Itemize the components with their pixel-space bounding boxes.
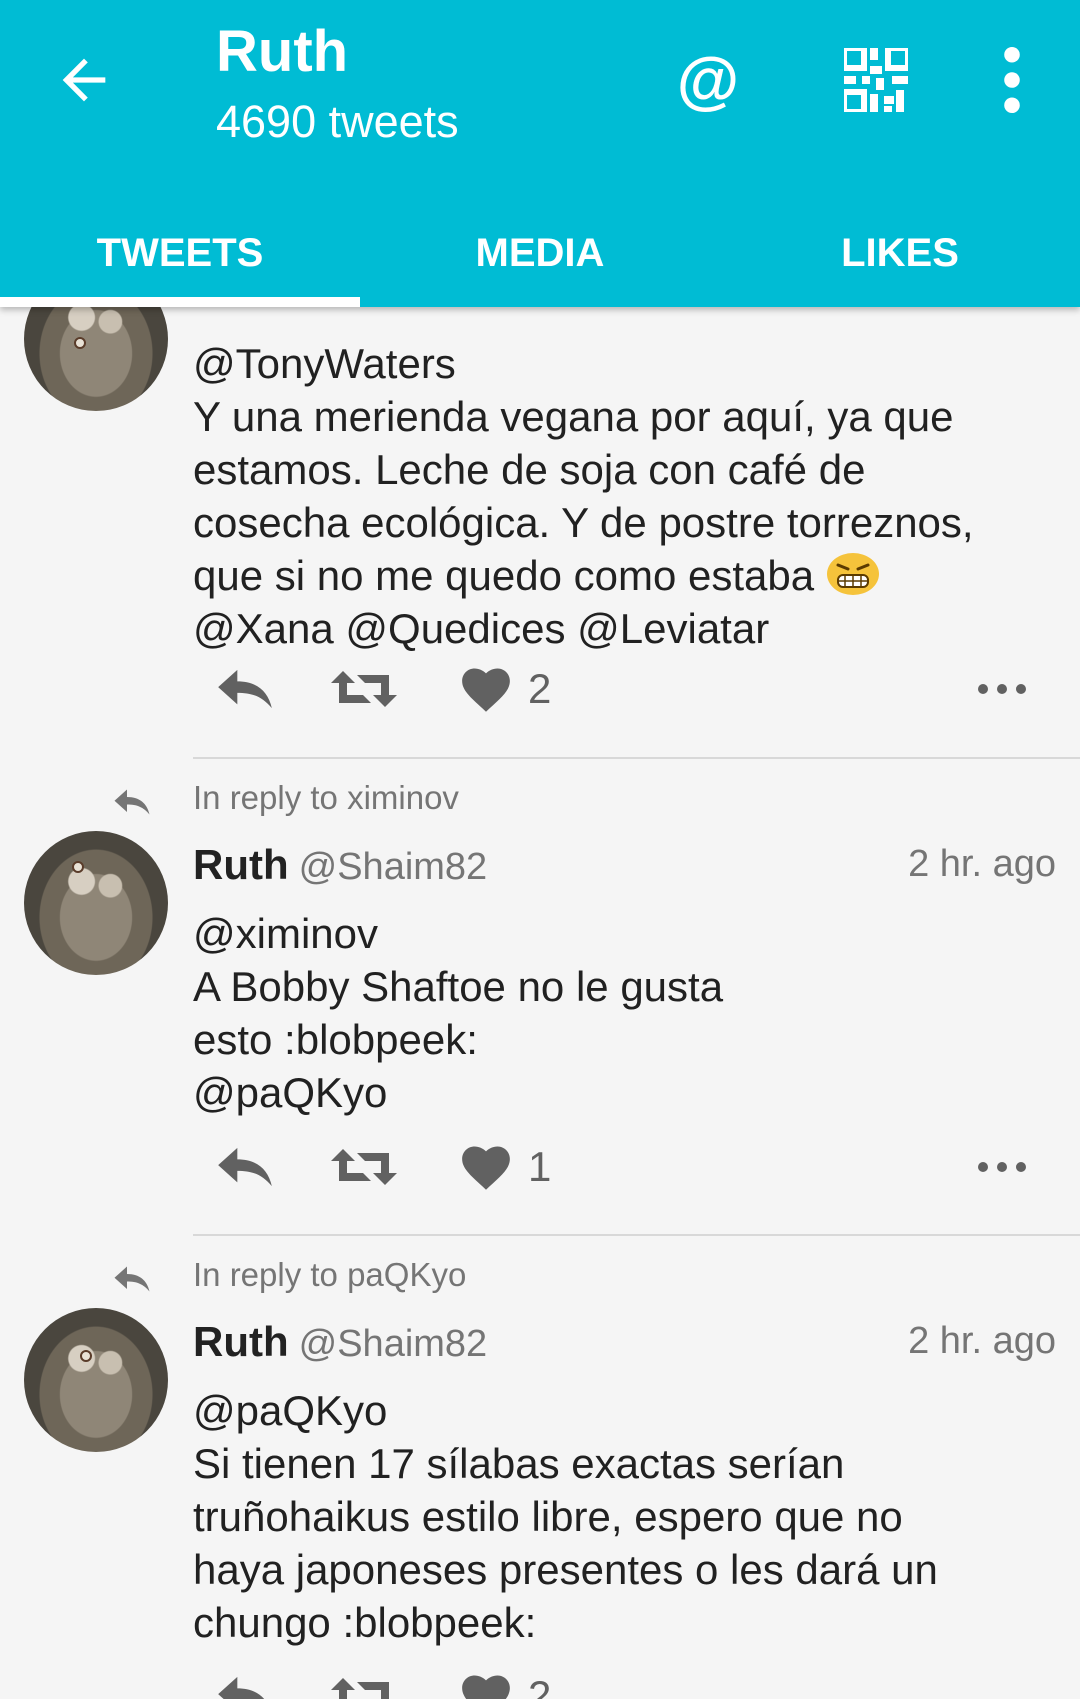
tweet-actions: 2 — [193, 1661, 1033, 1699]
tweet-feed: @TonyWaters Y una merienda vegana por aq… — [0, 307, 1080, 1699]
tab-likes-label: LIKES — [841, 231, 959, 275]
overflow-menu-icon[interactable] — [972, 40, 1052, 120]
avatar[interactable] — [24, 1308, 168, 1452]
retweet-icon — [331, 1149, 397, 1185]
tab-likes[interactable]: LIKES — [720, 200, 1080, 307]
tweet-line: @ximinov — [193, 910, 379, 957]
tweet-text: @ximinov A Bobby Shaftoe no le gusta est… — [193, 907, 1053, 1119]
reply-button[interactable] — [213, 1132, 277, 1202]
author-handle: @Shaim82 — [298, 1323, 488, 1365]
grimacing-face-icon — [826, 553, 879, 595]
tweet-line: A Bobby Shaftoe no le gusta — [193, 963, 724, 1010]
avatar[interactable] — [24, 831, 168, 975]
avatar-eye — [80, 1350, 92, 1362]
like-count: 1 — [528, 1143, 552, 1190]
tweet-actions: 1 — [193, 1132, 1033, 1202]
tweet-line: chungo :blobpeek: — [193, 1599, 537, 1646]
mention-icon[interactable]: @ — [668, 40, 748, 120]
tweet-card[interactable]: In reply to ximinov Ruth @Shaim82 2 hr. a… — [0, 759, 1080, 1234]
author-name: Ruth — [193, 1318, 289, 1365]
active-tab-indicator — [0, 297, 360, 307]
tweet-timestamp: 2 hr. ago — [908, 843, 1056, 885]
avatar-eye — [74, 337, 86, 349]
tweet-card[interactable]: @TonyWaters Y una merienda vegana por aq… — [0, 307, 1080, 767]
tweet-line-with-emoji: que si no me quedo como estaba — [193, 549, 1053, 602]
reply-button[interactable] — [213, 654, 277, 724]
more-options-button[interactable] — [977, 654, 1027, 724]
tweet-card[interactable]: In reply to paQKyo Ruth @Shaim82 2 hr. ag… — [0, 1236, 1080, 1699]
retweet-button[interactable] — [331, 654, 397, 724]
tweet-line: haya japoneses presentes o les dará un — [193, 1546, 938, 1593]
tweet-line: cosecha ecológica. Y de postre torreznos… — [193, 499, 974, 546]
tweet-timestamp: 2 hr. ago — [908, 1320, 1056, 1362]
reply-icon — [218, 669, 272, 709]
reply-icon — [218, 1676, 265, 1699]
tweet-text: @TonyWaters Y una merienda vegana por aq… — [193, 337, 1053, 655]
heart-icon — [462, 1675, 510, 1699]
more-horizontal-icon — [978, 1162, 1026, 1172]
like-button[interactable]: 2 — [458, 654, 551, 724]
tweet-line: @TonyWaters — [193, 340, 456, 387]
like-count: 2 — [528, 1672, 552, 1699]
in-reply-to-icon — [114, 789, 150, 815]
tab-tweets[interactable]: TWEETS — [0, 200, 360, 307]
tweet-text: @paQKyo Si tienen 17 sílabas exactas ser… — [193, 1384, 1053, 1649]
tab-media[interactable]: MEDIA — [360, 200, 720, 307]
like-button[interactable]: 1 — [458, 1132, 551, 1202]
tweet-actions: 2 — [193, 654, 1033, 724]
heart-icon — [462, 1146, 510, 1190]
qr-code-icon[interactable] — [836, 40, 916, 120]
tweet-line: Si tienen 17 sílabas exactas serían — [193, 1440, 845, 1487]
like-count: 2 — [528, 665, 552, 712]
tweet-author[interactable]: Ruth @Shaim82 — [193, 841, 487, 889]
tweet-line: @paQKyo — [193, 1387, 388, 1434]
reply-icon — [218, 1147, 272, 1187]
in-reply-to-icon — [114, 1266, 150, 1292]
tweet-count: 4690 tweets — [216, 96, 459, 147]
in-reply-to-label[interactable]: In reply to ximinov — [193, 779, 459, 817]
retweet-icon — [331, 1678, 389, 1699]
retweet-button[interactable] — [331, 1132, 397, 1202]
tweet-line: truñohaikus estilo libre, espero que no — [193, 1493, 903, 1540]
tweet-line: Y una merienda vegana por aquí, ya que — [193, 393, 954, 440]
heart-icon — [462, 668, 510, 712]
avatar[interactable] — [24, 307, 168, 411]
profile-tabs: TWEETS MEDIA LIKES — [0, 200, 1080, 307]
retweet-button[interactable] — [331, 1661, 397, 1699]
back-arrow-icon[interactable] — [52, 48, 116, 112]
author-handle: @Shaim82 — [298, 846, 488, 888]
tweet-line: esto :blobpeek: — [193, 1016, 478, 1063]
author-name: Ruth — [193, 841, 289, 888]
tweet-line: @paQKyo — [193, 1069, 388, 1116]
profile-title: Ruth — [216, 19, 349, 84]
avatar-eye — [72, 861, 84, 873]
more-horizontal-icon — [978, 684, 1026, 694]
in-reply-to-label[interactable]: In reply to paQKyo — [193, 1256, 466, 1294]
app-bar: Ruth 4690 tweets @ TWEETS MEDIA LIKES — [0, 0, 1080, 307]
reply-button[interactable] — [213, 1661, 277, 1699]
tweet-line: @Xana @Quedices @Leviatar — [193, 605, 770, 652]
qr-code-glyph — [844, 48, 908, 112]
like-button[interactable]: 2 — [458, 1661, 551, 1699]
tweet-line: que si no me quedo como estaba — [193, 552, 815, 599]
retweet-icon — [331, 671, 397, 707]
tab-media-label: MEDIA — [475, 231, 605, 275]
more-options-button[interactable] — [977, 1132, 1027, 1202]
overflow-dots — [1004, 46, 1020, 114]
tab-tweets-label: TWEETS — [96, 231, 264, 275]
tweet-line: estamos. Leche de soja con café de — [193, 446, 866, 493]
tweet-author[interactable]: Ruth @Shaim82 — [193, 1318, 487, 1366]
